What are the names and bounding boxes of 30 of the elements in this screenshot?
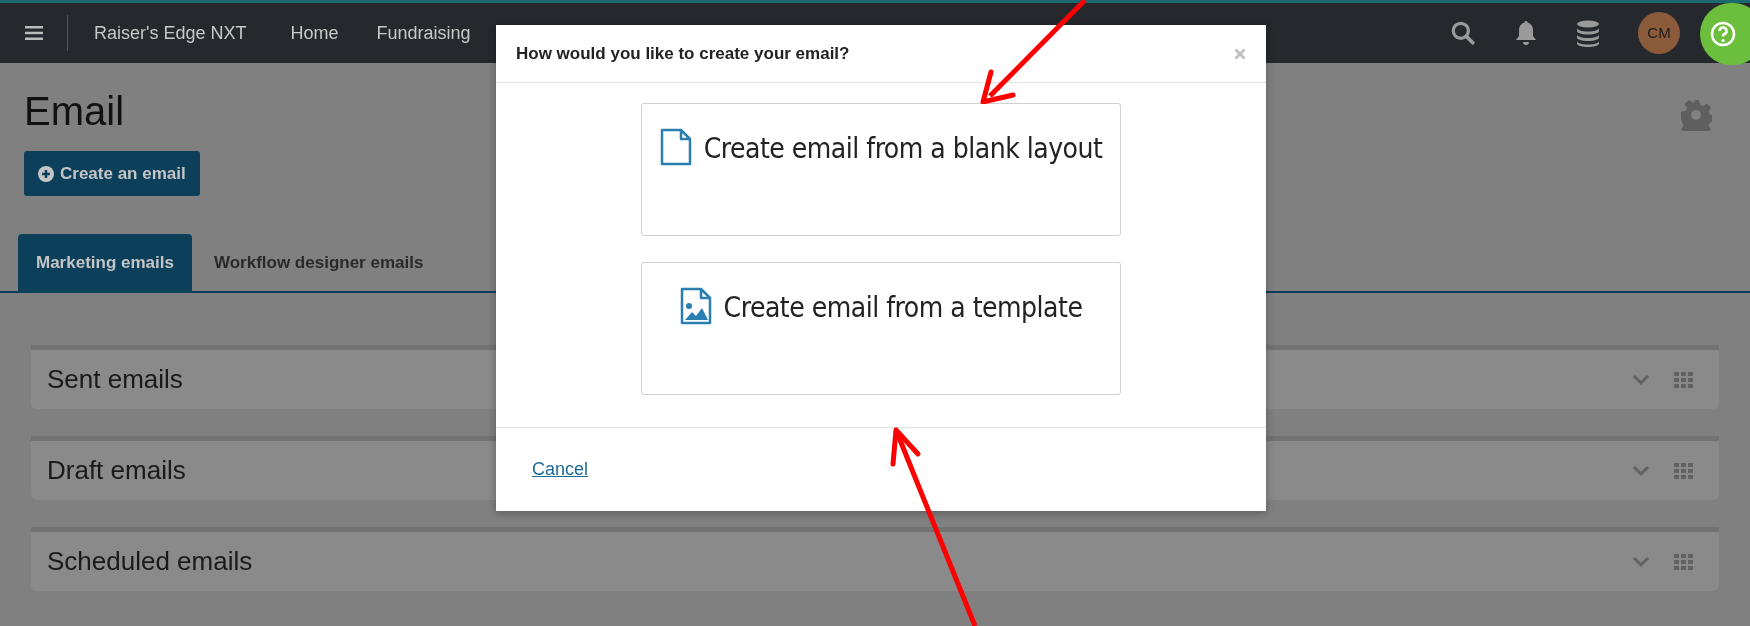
- bell-icon[interactable]: [1514, 20, 1538, 46]
- cancel-link[interactable]: Cancel: [532, 459, 589, 479]
- settings-icon[interactable]: [1680, 99, 1712, 131]
- page-title: Email: [24, 88, 125, 135]
- nav-link[interactable]: Fundraising: [376, 19, 471, 47]
- section-title: Draft emails: [47, 454, 186, 487]
- search-icon[interactable]: [1450, 20, 1476, 46]
- section-title: Scheduled emails: [47, 545, 253, 578]
- option-card[interactable]: Create email from a blank layout: [641, 103, 1121, 236]
- create-email-button[interactable]: Create an email: [24, 151, 200, 196]
- chevron-down-icon[interactable]: [1632, 555, 1650, 568]
- option-card[interactable]: Create email from a template: [641, 262, 1121, 395]
- image-file-icon: [679, 287, 712, 325]
- nav-link[interactable]: Home: [290, 19, 339, 47]
- close-icon[interactable]: [1234, 47, 1246, 60]
- grid-icon[interactable]: [1674, 553, 1694, 570]
- menu-icon[interactable]: [25, 26, 43, 40]
- chevron-down-icon[interactable]: [1632, 464, 1650, 477]
- document-icon: [659, 128, 692, 166]
- section-title: Sent emails: [47, 363, 183, 396]
- grid-icon[interactable]: [1674, 462, 1694, 479]
- grid-icon[interactable]: [1674, 371, 1694, 388]
- database-icon[interactable]: [1576, 19, 1600, 47]
- chevron-down-icon[interactable]: [1632, 373, 1650, 386]
- tab[interactable]: Marketing emails: [18, 234, 192, 291]
- dialog-title: How would you like to create your email?: [516, 42, 850, 65]
- plus-circle-icon: [38, 165, 54, 182]
- tab[interactable]: Workflow designer emails: [191, 234, 446, 291]
- help-icon: [1710, 21, 1736, 47]
- app-name[interactable]: Raiser's Edge NXT: [94, 19, 247, 47]
